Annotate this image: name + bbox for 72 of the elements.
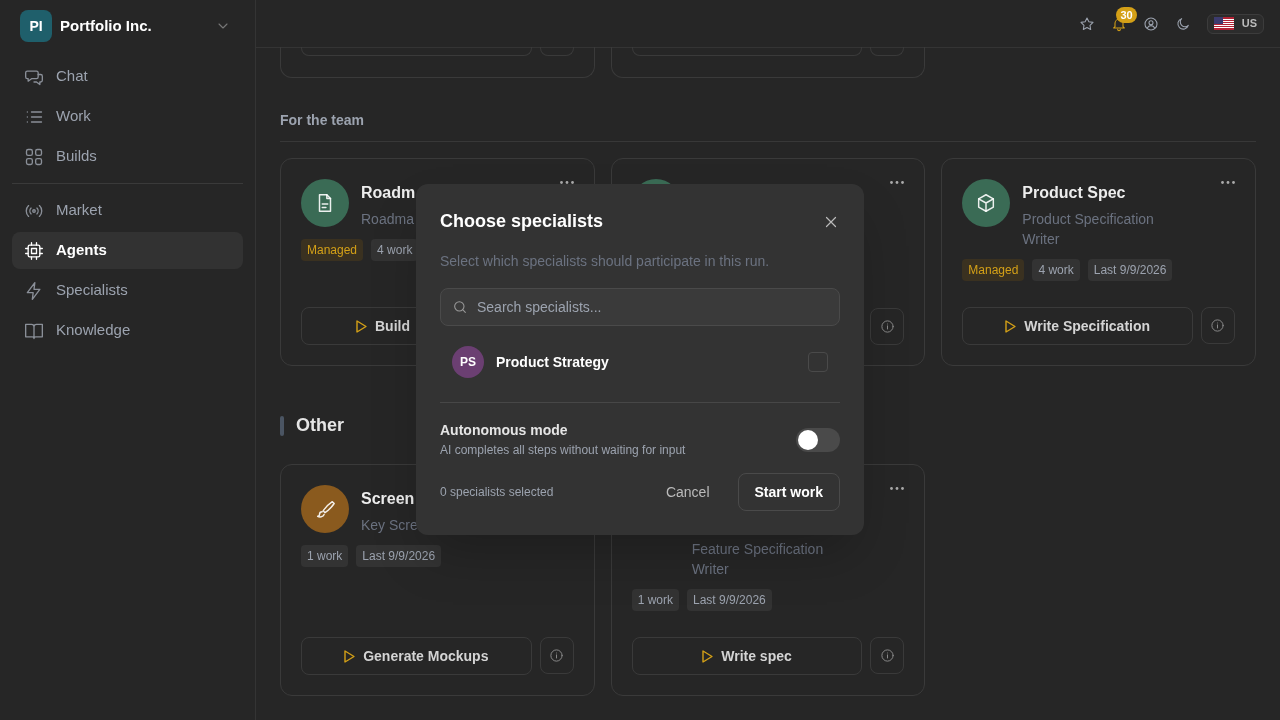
more-icon [890, 487, 905, 490]
tag: Managed [301, 239, 364, 261]
info-icon [1210, 318, 1226, 333]
toggle-description: AI completes all steps without waiting for input [440, 442, 686, 459]
agent-subtitle: Feature Specification Writer [691, 540, 825, 579]
sidebar-item[interactable]: Market [12, 192, 243, 229]
more-button[interactable] [890, 487, 905, 490]
info-icon [879, 648, 895, 663]
paintbrush-icon [314, 498, 336, 520]
sidebar-item[interactable]: Knowledge [12, 312, 243, 349]
star-icon [1078, 15, 1095, 32]
specialist-row[interactable]: PS Product Strategy [440, 336, 840, 388]
toggle-switch[interactable] [796, 427, 840, 452]
workspace-avatar: PI [20, 10, 52, 42]
tag: Last 9/9/2026 [356, 545, 442, 567]
favorite-button[interactable] [1078, 15, 1095, 32]
start-button[interactable]: Start work [737, 473, 840, 511]
section-title: For the team [280, 110, 1256, 142]
agent-title: Screen [361, 490, 415, 507]
tag: 4 work [1032, 259, 1080, 281]
action-button[interactable]: Write spec [631, 637, 863, 675]
tag: 1 work [631, 589, 679, 611]
tag: Managed [962, 259, 1025, 281]
tag: Last 9/9/2026 [1087, 259, 1173, 281]
workspace-switcher[interactable]: PI Portfolio Inc. [12, 2, 243, 50]
sidebar-item[interactable]: Agents [12, 232, 243, 269]
info-icon [549, 648, 565, 663]
sidebar-item[interactable]: Work [12, 98, 243, 135]
toggle-label: Autonomous mode [440, 421, 569, 440]
search-icon [452, 299, 468, 315]
action-button[interactable]: Generate Mockups [301, 637, 532, 675]
specialist-name: Product Strategy [496, 352, 610, 372]
notification-badge: 30 [1116, 6, 1137, 23]
selection-count: 0 specialists selected [440, 484, 555, 501]
play-icon [1005, 319, 1017, 333]
cancel-button[interactable]: Cancel [649, 473, 726, 511]
agent-subtitle: Roadma [361, 210, 415, 229]
play-icon [702, 649, 714, 663]
tag: Last 9/9/2026 [687, 589, 772, 611]
more-icon [890, 181, 905, 184]
theme-toggle[interactable] [1174, 15, 1191, 32]
more-icon [559, 181, 574, 184]
action-button[interactable]: Write Specification [962, 307, 1193, 345]
play-icon [344, 649, 356, 663]
chip-icon [24, 240, 44, 261]
play-icon [356, 319, 367, 333]
search-field[interactable]: Search specialists... [440, 288, 840, 326]
agent-title: Product Spec [1022, 184, 1126, 201]
info-icon [879, 319, 895, 334]
grid-icon [24, 146, 44, 167]
region-selector[interactable]: US [1206, 13, 1264, 34]
specialist-avatar: PS [452, 346, 484, 378]
agent-subtitle: Product Specification Writer [1022, 210, 1155, 249]
sidebar-item[interactable]: Chat [12, 58, 243, 95]
account-button[interactable] [1142, 15, 1159, 32]
tag: 1 work [301, 545, 349, 567]
dialog-description: Select which specialists should participate in this run. [440, 252, 771, 271]
agent-title: Roadm [361, 184, 416, 201]
section-title: Other [296, 414, 344, 437]
sidebar-item[interactable]: Builds [12, 138, 243, 175]
sidebar-item[interactable]: Specialists [12, 272, 243, 309]
user-circle-icon [1142, 15, 1159, 32]
more-button[interactable] [1221, 181, 1235, 184]
more-button[interactable] [559, 181, 574, 184]
moon-icon [1174, 15, 1191, 32]
more-button[interactable] [890, 181, 905, 184]
flag-icon [1213, 17, 1234, 30]
agent-subtitle: Key Scre [361, 516, 418, 535]
dialog-title: Choose specialists [440, 210, 604, 233]
workspace-name: Portfolio Inc. [60, 15, 153, 36]
tag: 4 work [371, 239, 419, 261]
more-icon [1221, 181, 1235, 184]
